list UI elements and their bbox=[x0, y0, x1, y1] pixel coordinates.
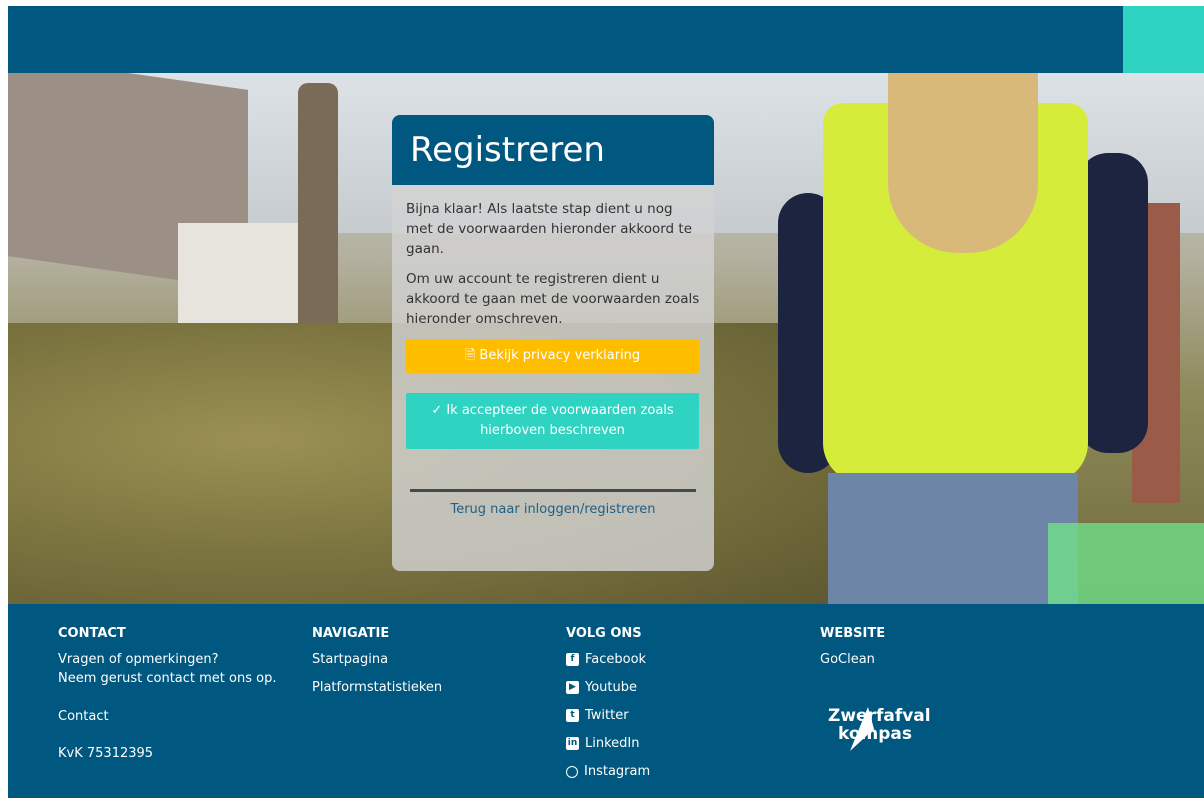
accept-terms-button[interactable]: ✓ Ik accepteer de voorwaarden zoals hier… bbox=[406, 393, 699, 449]
social-link-instagram[interactable]: Instagram bbox=[566, 762, 650, 781]
accept-button-label: Ik accepteer de voorwaarden zoals hierbo… bbox=[446, 403, 674, 438]
top-bar-accent bbox=[1123, 6, 1204, 73]
footer-website-heading: WEBSITE bbox=[820, 626, 886, 641]
linkedin-icon: in bbox=[566, 737, 579, 750]
footer: CONTACT Vragen of opmerkingen? Neem geru… bbox=[8, 604, 1204, 798]
zwerfafval-kompas-logo[interactable]: Zwerfafval kompas bbox=[828, 699, 958, 759]
privacy-statement-button[interactable]: 🗎 Bekijk privacy verklaring bbox=[406, 339, 699, 373]
intro-text: Bijna klaar! Als laatste stap dient u no… bbox=[406, 201, 693, 257]
top-bar bbox=[8, 6, 1204, 73]
footer-social-heading: VOLG ONS bbox=[566, 626, 642, 641]
checkmark-icon: ✓ bbox=[431, 403, 447, 418]
page-frame: Registreren Bijna klaar! Als laatste sta… bbox=[8, 6, 1204, 798]
social-link-twitter[interactable]: t Twitter bbox=[566, 706, 650, 725]
footer-website-column: WEBSITE GoClean bbox=[820, 626, 885, 678]
privacy-button-label: Bekijk privacy verklaring bbox=[479, 348, 641, 363]
logo-text-line2: kompas bbox=[838, 724, 912, 744]
back-to-login-link[interactable]: Terug naar inloggen/registreren bbox=[406, 502, 700, 517]
youtube-icon: ▶ bbox=[566, 681, 579, 694]
footer-navigation-column: NAVIGATIE Startpagina Platformstatistiek… bbox=[312, 626, 442, 706]
goclean-link[interactable]: GoClean bbox=[820, 650, 885, 669]
card-body: Bijna klaar! Als laatste stap dient u no… bbox=[392, 185, 714, 517]
divider bbox=[410, 489, 696, 492]
facebook-icon: f bbox=[566, 653, 579, 666]
terms-text: Om uw account te registreren dient u akk… bbox=[406, 271, 700, 327]
footer-contact-heading: CONTACT bbox=[58, 626, 126, 641]
footer-social-column: VOLG ONS f Facebook ▶ Youtube t Twitter in L… bbox=[566, 626, 650, 790]
social-link-facebook[interactable]: f Facebook bbox=[566, 650, 650, 669]
social-link-linkedin[interactable]: in LinkedIn bbox=[566, 734, 650, 753]
document-icon: 🗎 bbox=[464, 348, 480, 363]
kvk-number: KvK 75312395 bbox=[58, 746, 154, 761]
registration-card: Registreren Bijna klaar! Als laatste sta… bbox=[392, 115, 714, 571]
instagram-icon bbox=[566, 765, 578, 778]
footer-contact-column: CONTACT Vragen of opmerkingen? Neem geru… bbox=[58, 626, 276, 763]
contact-link[interactable]: Contact bbox=[58, 707, 276, 726]
contact-question-text: Vragen of opmerkingen? bbox=[58, 652, 219, 667]
card-header: Registreren bbox=[392, 115, 714, 185]
nav-link-startpagina[interactable]: Startpagina bbox=[312, 650, 442, 669]
twitter-icon: t bbox=[566, 709, 579, 722]
social-link-youtube[interactable]: ▶ Youtube bbox=[566, 678, 650, 697]
footer-navigation-heading: NAVIGATIE bbox=[312, 626, 390, 641]
page-title: Registreren bbox=[410, 130, 605, 170]
nav-link-platformstatistieken[interactable]: Platformstatistieken bbox=[312, 678, 442, 697]
contact-invite-text: Neem gerust contact met ons op. bbox=[58, 671, 277, 686]
logo-text-line1: Zwerfafval bbox=[828, 706, 931, 726]
